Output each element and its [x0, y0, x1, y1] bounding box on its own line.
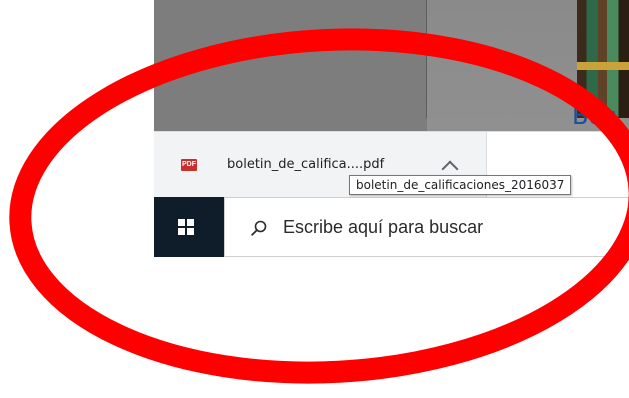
start-button[interactable]: [154, 197, 224, 257]
search-icon: [251, 220, 267, 236]
download-tooltip: boletin_de_calificaciones_2016037: [349, 175, 572, 195]
search-placeholder[interactable]: Escribe aquí para buscar: [283, 217, 483, 238]
windows-taskbar: Escribe aquí para buscar: [154, 197, 629, 257]
screenshot-region: Boc PDF boletin_de_califica....pdf Escri…: [154, 0, 629, 257]
pdf-file-icon: PDF: [181, 159, 197, 171]
page-banner-text: Boc: [572, 102, 617, 130]
windows-icon: [178, 219, 194, 235]
download-filename[interactable]: boletin_de_califica....pdf: [227, 157, 384, 172]
taskbar-search-box[interactable]: Escribe aquí para buscar: [224, 197, 629, 257]
